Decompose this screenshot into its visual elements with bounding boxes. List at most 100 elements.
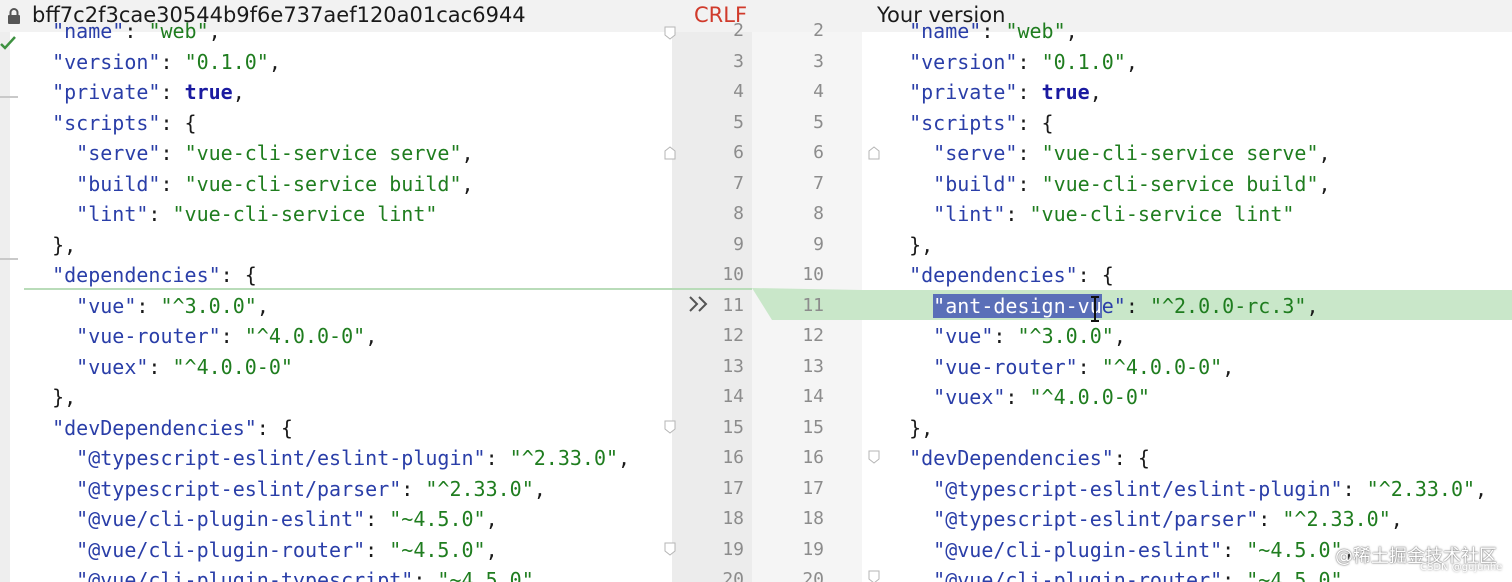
code-line[interactable]: "@vue/cli-plugin-router": "~4.5.0", bbox=[28, 535, 630, 566]
code-punctuation: , bbox=[485, 537, 498, 562]
json-key: "vue" bbox=[933, 324, 994, 348]
code-punctuation bbox=[885, 80, 909, 104]
fold-marker-icon[interactable] bbox=[868, 450, 880, 464]
selected-text: "ant-design-vu bbox=[933, 293, 1102, 318]
code-punctuation: : bbox=[148, 202, 173, 226]
code-line[interactable]: "version": "0.1.0", bbox=[885, 47, 1487, 78]
code-line[interactable]: "name": "web", bbox=[885, 16, 1487, 47]
code-punctuation bbox=[885, 446, 909, 470]
code-punctuation bbox=[885, 477, 933, 501]
code-line[interactable]: "vue": "^3.0.0", bbox=[885, 321, 1487, 352]
code-punctuation: : bbox=[160, 80, 185, 104]
line-number: 13 bbox=[802, 355, 824, 377]
line-number: 16 bbox=[722, 447, 744, 468]
json-boolean: true bbox=[1041, 80, 1090, 104]
code-line[interactable]: "@typescript-eslint/eslint-plugin": "^2.… bbox=[28, 443, 630, 474]
code-line[interactable]: "ant-design-vue": "^2.0.0-rc.3", bbox=[885, 291, 1487, 322]
code-punctuation: : bbox=[160, 49, 185, 74]
json-string: "vue-cli-service build" bbox=[1041, 171, 1319, 196]
line-number: 9 bbox=[733, 233, 744, 255]
code-line[interactable]: "lint": "vue-cli-service lint" bbox=[28, 199, 630, 230]
line-number: 12 bbox=[722, 325, 744, 346]
code-line[interactable]: "@typescript-eslint/parser": "^2.33.0", bbox=[28, 474, 630, 505]
code-punctuation: : { bbox=[256, 415, 293, 440]
code-line[interactable]: "@typescript-eslint/parser": "^2.33.0", bbox=[885, 504, 1487, 535]
json-string: "~4.5.0" bbox=[1246, 537, 1343, 562]
fold-marker-icon[interactable] bbox=[664, 420, 676, 434]
code-line[interactable]: "name": "web", bbox=[28, 16, 630, 47]
code-punctuation: : bbox=[1017, 141, 1042, 165]
json-key: "vue" bbox=[76, 293, 137, 318]
fold-marker-icon[interactable] bbox=[664, 26, 676, 40]
line-number: 17 bbox=[722, 477, 744, 499]
code-punctuation bbox=[885, 172, 933, 196]
code-line[interactable]: "private": true, bbox=[885, 77, 1487, 108]
code-punctuation bbox=[28, 477, 76, 501]
code-line[interactable]: "lint": "vue-cli-service lint" bbox=[885, 199, 1487, 230]
line-number: 19 bbox=[802, 538, 824, 560]
line-number: 3 bbox=[813, 50, 824, 72]
code-punctuation: : bbox=[124, 19, 149, 43]
code-line[interactable]: }, bbox=[28, 230, 630, 261]
code-punctuation bbox=[885, 385, 933, 409]
code-line[interactable]: "vuex": "^4.0.0-0" bbox=[28, 352, 630, 383]
code-punctuation: : bbox=[365, 507, 390, 531]
code-punctuation: : bbox=[1017, 80, 1042, 104]
code-punctuation: : { bbox=[160, 110, 197, 135]
line-number: 14 bbox=[802, 386, 824, 407]
code-line[interactable]: "@typescript-eslint/eslint-plugin": "^2.… bbox=[885, 474, 1487, 505]
right-code-pane[interactable]: "name": "web", "version": "0.1.0", "priv… bbox=[885, 16, 1487, 582]
code-line[interactable]: "@vue/cli-plugin-eslint": "~4.5.0", bbox=[28, 504, 630, 535]
fold-marker-icon[interactable] bbox=[868, 146, 880, 160]
code-line[interactable]: }, bbox=[885, 413, 1487, 444]
code-line[interactable]: }, bbox=[885, 230, 1487, 261]
code-line[interactable]: "devDependencies": { bbox=[28, 413, 630, 444]
line-number: 5 bbox=[733, 111, 744, 133]
code-line[interactable]: "vue-router": "^4.0.0-0", bbox=[885, 352, 1487, 383]
code-punctuation: : bbox=[136, 293, 161, 318]
double-chevron-right-icon[interactable] bbox=[688, 294, 710, 314]
code-line[interactable]: "build": "vue-cli-service build", bbox=[28, 169, 630, 200]
code-punctuation: : bbox=[1222, 537, 1247, 562]
code-line[interactable]: "scripts": { bbox=[885, 108, 1487, 139]
line-number: 14 bbox=[722, 386, 744, 407]
line-number: 13 bbox=[722, 355, 744, 377]
left-scroll-strip[interactable] bbox=[0, 32, 10, 582]
code-line[interactable]: "build": "vue-cli-service build", bbox=[885, 169, 1487, 200]
code-punctuation: , bbox=[1390, 507, 1403, 531]
json-key: "@typescript-eslint/eslint-plugin" bbox=[76, 446, 486, 470]
code-line[interactable]: "dependencies": { bbox=[28, 260, 630, 291]
code-punctuation: , bbox=[533, 476, 546, 501]
json-string: "web" bbox=[148, 19, 209, 43]
code-line[interactable]: "private": true, bbox=[28, 77, 630, 108]
line-number: 4 bbox=[813, 81, 824, 102]
line-number: 15 bbox=[802, 416, 824, 438]
code-line[interactable]: "dependencies": { bbox=[885, 260, 1487, 291]
line-number: 17 bbox=[802, 477, 824, 499]
code-line[interactable]: "serve": "vue-cli-service serve", bbox=[885, 138, 1487, 169]
code-punctuation: , bbox=[461, 171, 474, 196]
json-key: "dependencies" bbox=[909, 263, 1078, 287]
code-line[interactable]: "version": "0.1.0", bbox=[28, 47, 630, 78]
code-line[interactable]: "vue": "^3.0.0", bbox=[28, 291, 630, 322]
fold-marker-icon[interactable] bbox=[664, 542, 676, 556]
code-punctuation: : { bbox=[1077, 263, 1114, 287]
code-line[interactable]: "@vue/cli-plugin-typescript": "~4.5.0" bbox=[28, 565, 630, 582]
left-code-pane[interactable]: "name": "web", "version": "0.1.0", "priv… bbox=[28, 16, 630, 582]
json-string: "^2.33.0" bbox=[1282, 507, 1391, 531]
fold-marker-icon[interactable] bbox=[664, 146, 676, 160]
code-punctuation bbox=[885, 324, 933, 348]
line-number: 11 bbox=[802, 294, 824, 316]
code-line[interactable]: "scripts": { bbox=[28, 108, 630, 139]
json-key: "vuex" bbox=[933, 385, 1006, 409]
code-punctuation: : bbox=[1077, 354, 1102, 379]
code-punctuation: , bbox=[1113, 324, 1126, 348]
code-line[interactable]: "vue-router": "^4.0.0-0", bbox=[28, 321, 630, 352]
fold-marker-icon[interactable] bbox=[868, 570, 880, 582]
code-line[interactable]: "devDependencies": { bbox=[885, 443, 1487, 474]
code-line[interactable]: "serve": "vue-cli-service serve", bbox=[28, 138, 630, 169]
code-line[interactable]: }, bbox=[28, 382, 630, 413]
code-punctuation: : bbox=[981, 19, 1006, 43]
code-punctuation: , bbox=[1475, 476, 1488, 501]
code-line[interactable]: "vuex": "^4.0.0-0" bbox=[885, 382, 1487, 413]
